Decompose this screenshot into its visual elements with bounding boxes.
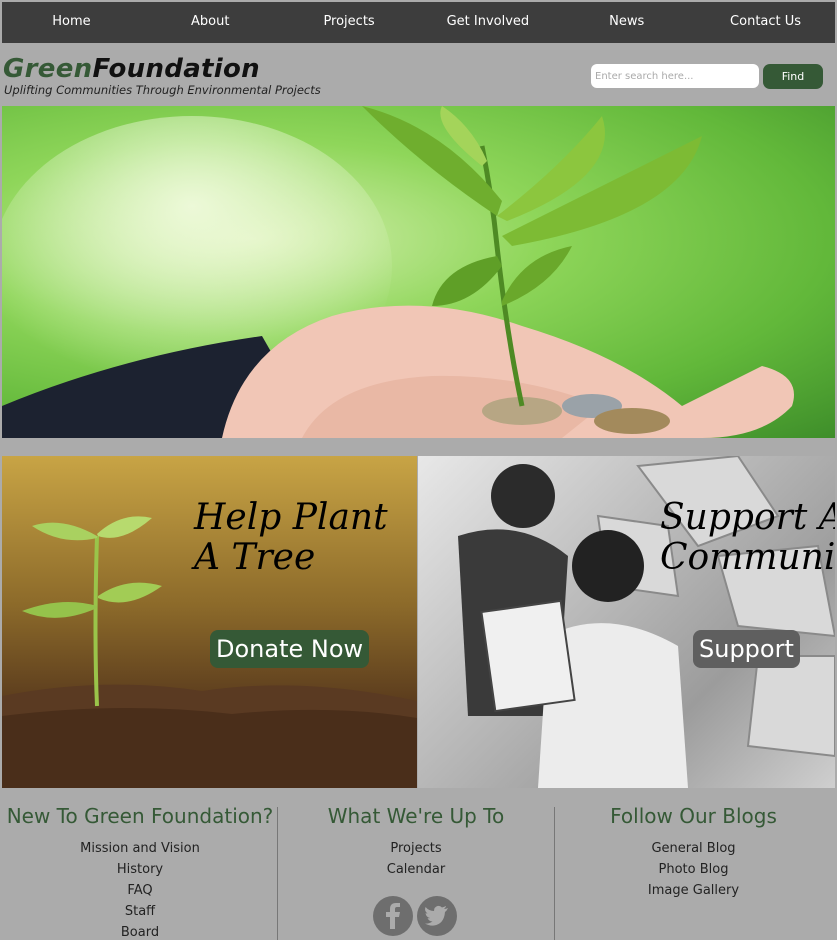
logo-black-text: Foundation xyxy=(92,54,260,84)
footer-link-board[interactable]: Board xyxy=(0,922,280,940)
logo-green-text: Green xyxy=(3,54,93,84)
nav-projects[interactable]: Projects xyxy=(280,2,419,43)
footer-col-new: New To Green Foundation? Mission and Vis… xyxy=(0,804,280,940)
twitter-icon[interactable] xyxy=(417,896,457,936)
nav-home[interactable]: Home xyxy=(2,2,141,43)
site-tagline: Uplifting Communities Through Environmen… xyxy=(4,83,321,97)
hero-image xyxy=(2,106,835,438)
support-community-title-line1: Support A xyxy=(660,497,835,538)
footer-col-up-to: What We're Up To Projects Calendar xyxy=(278,804,554,880)
plant-tree-title: Help Plant A Tree xyxy=(194,498,388,578)
site-footer: New To Green Foundation? Mission and Vis… xyxy=(0,790,837,940)
donate-now-button[interactable]: Donate Now xyxy=(210,630,370,668)
plant-tree-panel: Help Plant A Tree Donate Now xyxy=(2,456,417,788)
plant-tree-title-line2: A Tree xyxy=(194,537,316,578)
nav-contact-us[interactable]: Contact Us xyxy=(696,2,835,43)
footer-link-mission[interactable]: Mission and Vision xyxy=(0,838,280,859)
footer-col-blogs: Follow Our Blogs General Blog Photo Blog… xyxy=(555,804,832,901)
nav-get-involved[interactable]: Get Involved xyxy=(418,2,557,43)
hero-illustration xyxy=(2,106,794,438)
footer-link-projects[interactable]: Projects xyxy=(278,838,554,859)
find-button[interactable]: Find xyxy=(763,64,823,89)
footer-link-faq[interactable]: FAQ xyxy=(0,880,280,901)
facebook-icon-glyph xyxy=(386,903,400,929)
footer-link-general-blog[interactable]: General Blog xyxy=(555,838,832,859)
twitter-icon-glyph xyxy=(425,905,448,926)
footer-link-image-gallery[interactable]: Image Gallery xyxy=(555,880,832,901)
footer-heading-blogs: Follow Our Blogs xyxy=(610,804,777,828)
footer-heading-new: New To Green Foundation? xyxy=(6,804,274,828)
facebook-icon[interactable] xyxy=(373,896,413,936)
footer-link-photo-blog[interactable]: Photo Blog xyxy=(555,859,832,880)
nav-news[interactable]: News xyxy=(557,2,696,43)
search-input[interactable] xyxy=(591,64,759,88)
main-nav: Home About Projects Get Involved News Co… xyxy=(2,2,835,43)
support-community-title-line2: Community xyxy=(660,537,835,578)
support-community-panel: Support A Community Support xyxy=(418,456,835,788)
site-logo[interactable]: GreenFoundation xyxy=(3,53,321,85)
brand-block: GreenFoundation Uplifting Communities Th… xyxy=(3,53,321,97)
nav-about[interactable]: About xyxy=(141,2,280,43)
footer-heading-up-to: What We're Up To xyxy=(327,804,505,828)
plant-tree-title-line1: Help Plant xyxy=(194,497,388,538)
footer-link-staff[interactable]: Staff xyxy=(0,901,280,922)
support-button[interactable]: Support xyxy=(693,630,800,668)
footer-link-calendar[interactable]: Calendar xyxy=(278,859,554,880)
footer-link-history[interactable]: History xyxy=(0,859,280,880)
support-community-title: Support A Community xyxy=(660,498,835,578)
